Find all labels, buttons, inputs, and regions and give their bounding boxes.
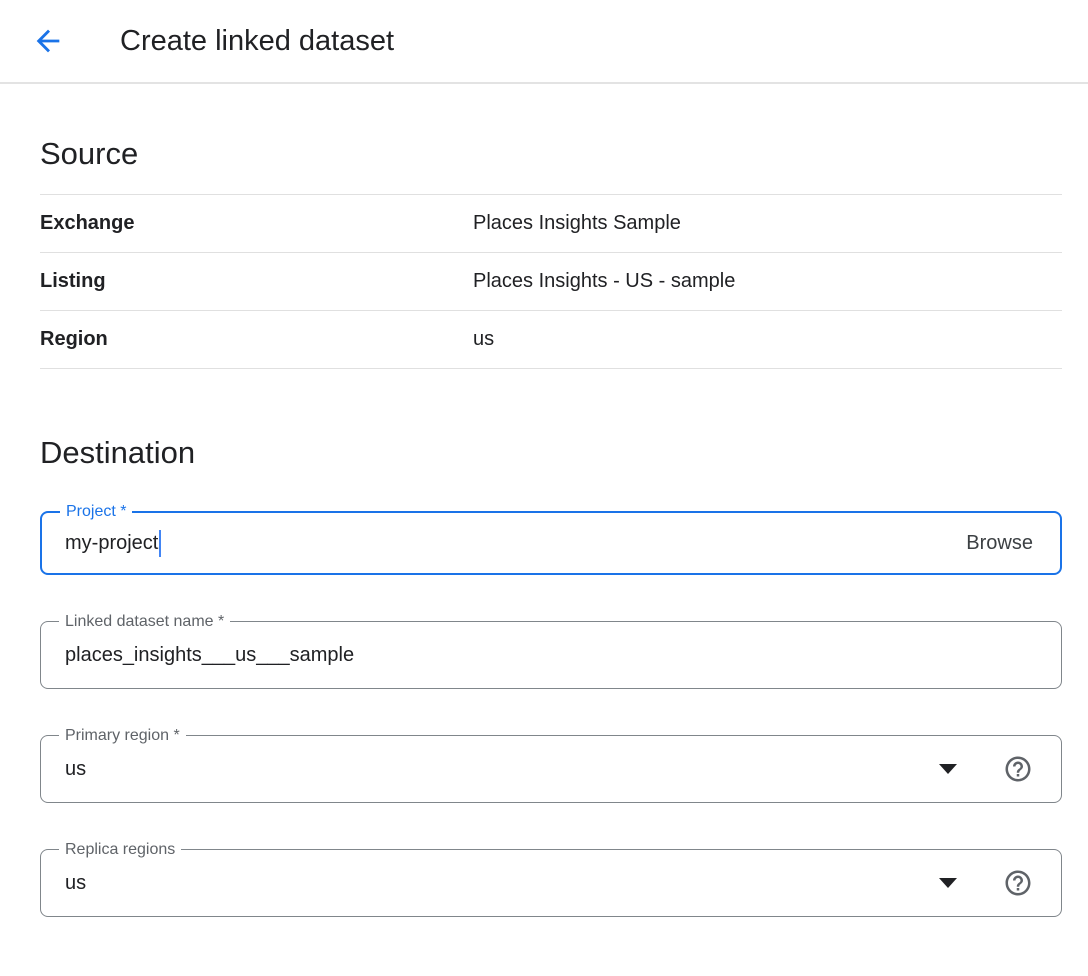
exchange-value: Places Insights Sample xyxy=(473,212,681,235)
source-table: Exchange Places Insights Sample Listing … xyxy=(40,194,1062,369)
source-heading: Source xyxy=(40,136,1062,172)
arrow-left-icon xyxy=(31,24,65,58)
dataset-name-field-label: Linked dataset name * xyxy=(59,612,230,632)
chevron-down-icon xyxy=(939,764,957,774)
dataset-name-field: Linked dataset name * places_insights___… xyxy=(40,621,1062,689)
primary-region-value-text: us xyxy=(65,758,86,781)
destination-section: Destination Project * my-project Browse … xyxy=(40,435,1062,917)
chevron-down-icon xyxy=(939,878,957,888)
source-section: Source Exchange Places Insights Sample L… xyxy=(40,136,1062,369)
primary-region-selected-value: us xyxy=(65,758,939,781)
page-header: Create linked dataset xyxy=(0,0,1088,84)
replica-regions-field-label: Replica regions xyxy=(59,840,181,860)
project-field: Project * my-project Browse xyxy=(40,511,1062,575)
listing-label: Listing xyxy=(40,270,473,293)
table-row-exchange: Exchange Places Insights Sample xyxy=(40,194,1062,252)
replica-regions-selected-value: us xyxy=(65,872,939,895)
primary-region-field-label: Primary region * xyxy=(59,726,186,746)
exchange-label: Exchange xyxy=(40,212,473,235)
text-cursor xyxy=(159,530,161,557)
browse-button[interactable]: Browse xyxy=(966,532,1033,555)
table-row-listing: Listing Places Insights - US - sample xyxy=(40,252,1062,310)
help-circle-icon xyxy=(1003,868,1033,898)
replica-regions-help-button[interactable] xyxy=(1003,868,1033,898)
primary-region-field[interactable]: Primary region * us xyxy=(40,735,1062,803)
project-input[interactable]: my-project xyxy=(65,530,966,557)
dataset-name-input[interactable]: places_insights___us___sample xyxy=(65,644,1033,667)
page-title: Create linked dataset xyxy=(120,25,394,58)
region-label: Region xyxy=(40,328,473,351)
dataset-name-input-value: places_insights___us___sample xyxy=(65,644,354,667)
destination-heading: Destination xyxy=(40,435,1062,471)
replica-regions-value-text: us xyxy=(65,872,86,895)
help-circle-icon xyxy=(1003,754,1033,784)
table-row-region: Region us xyxy=(40,310,1062,368)
replica-regions-field[interactable]: Replica regions us xyxy=(40,849,1062,917)
listing-value: Places Insights - US - sample xyxy=(473,270,735,293)
project-input-value: my-project xyxy=(65,532,158,555)
back-button[interactable] xyxy=(30,23,66,59)
primary-region-help-button[interactable] xyxy=(1003,754,1033,784)
region-value: us xyxy=(473,328,494,351)
main-content: Source Exchange Places Insights Sample L… xyxy=(0,136,1088,917)
project-field-label: Project * xyxy=(60,502,132,522)
